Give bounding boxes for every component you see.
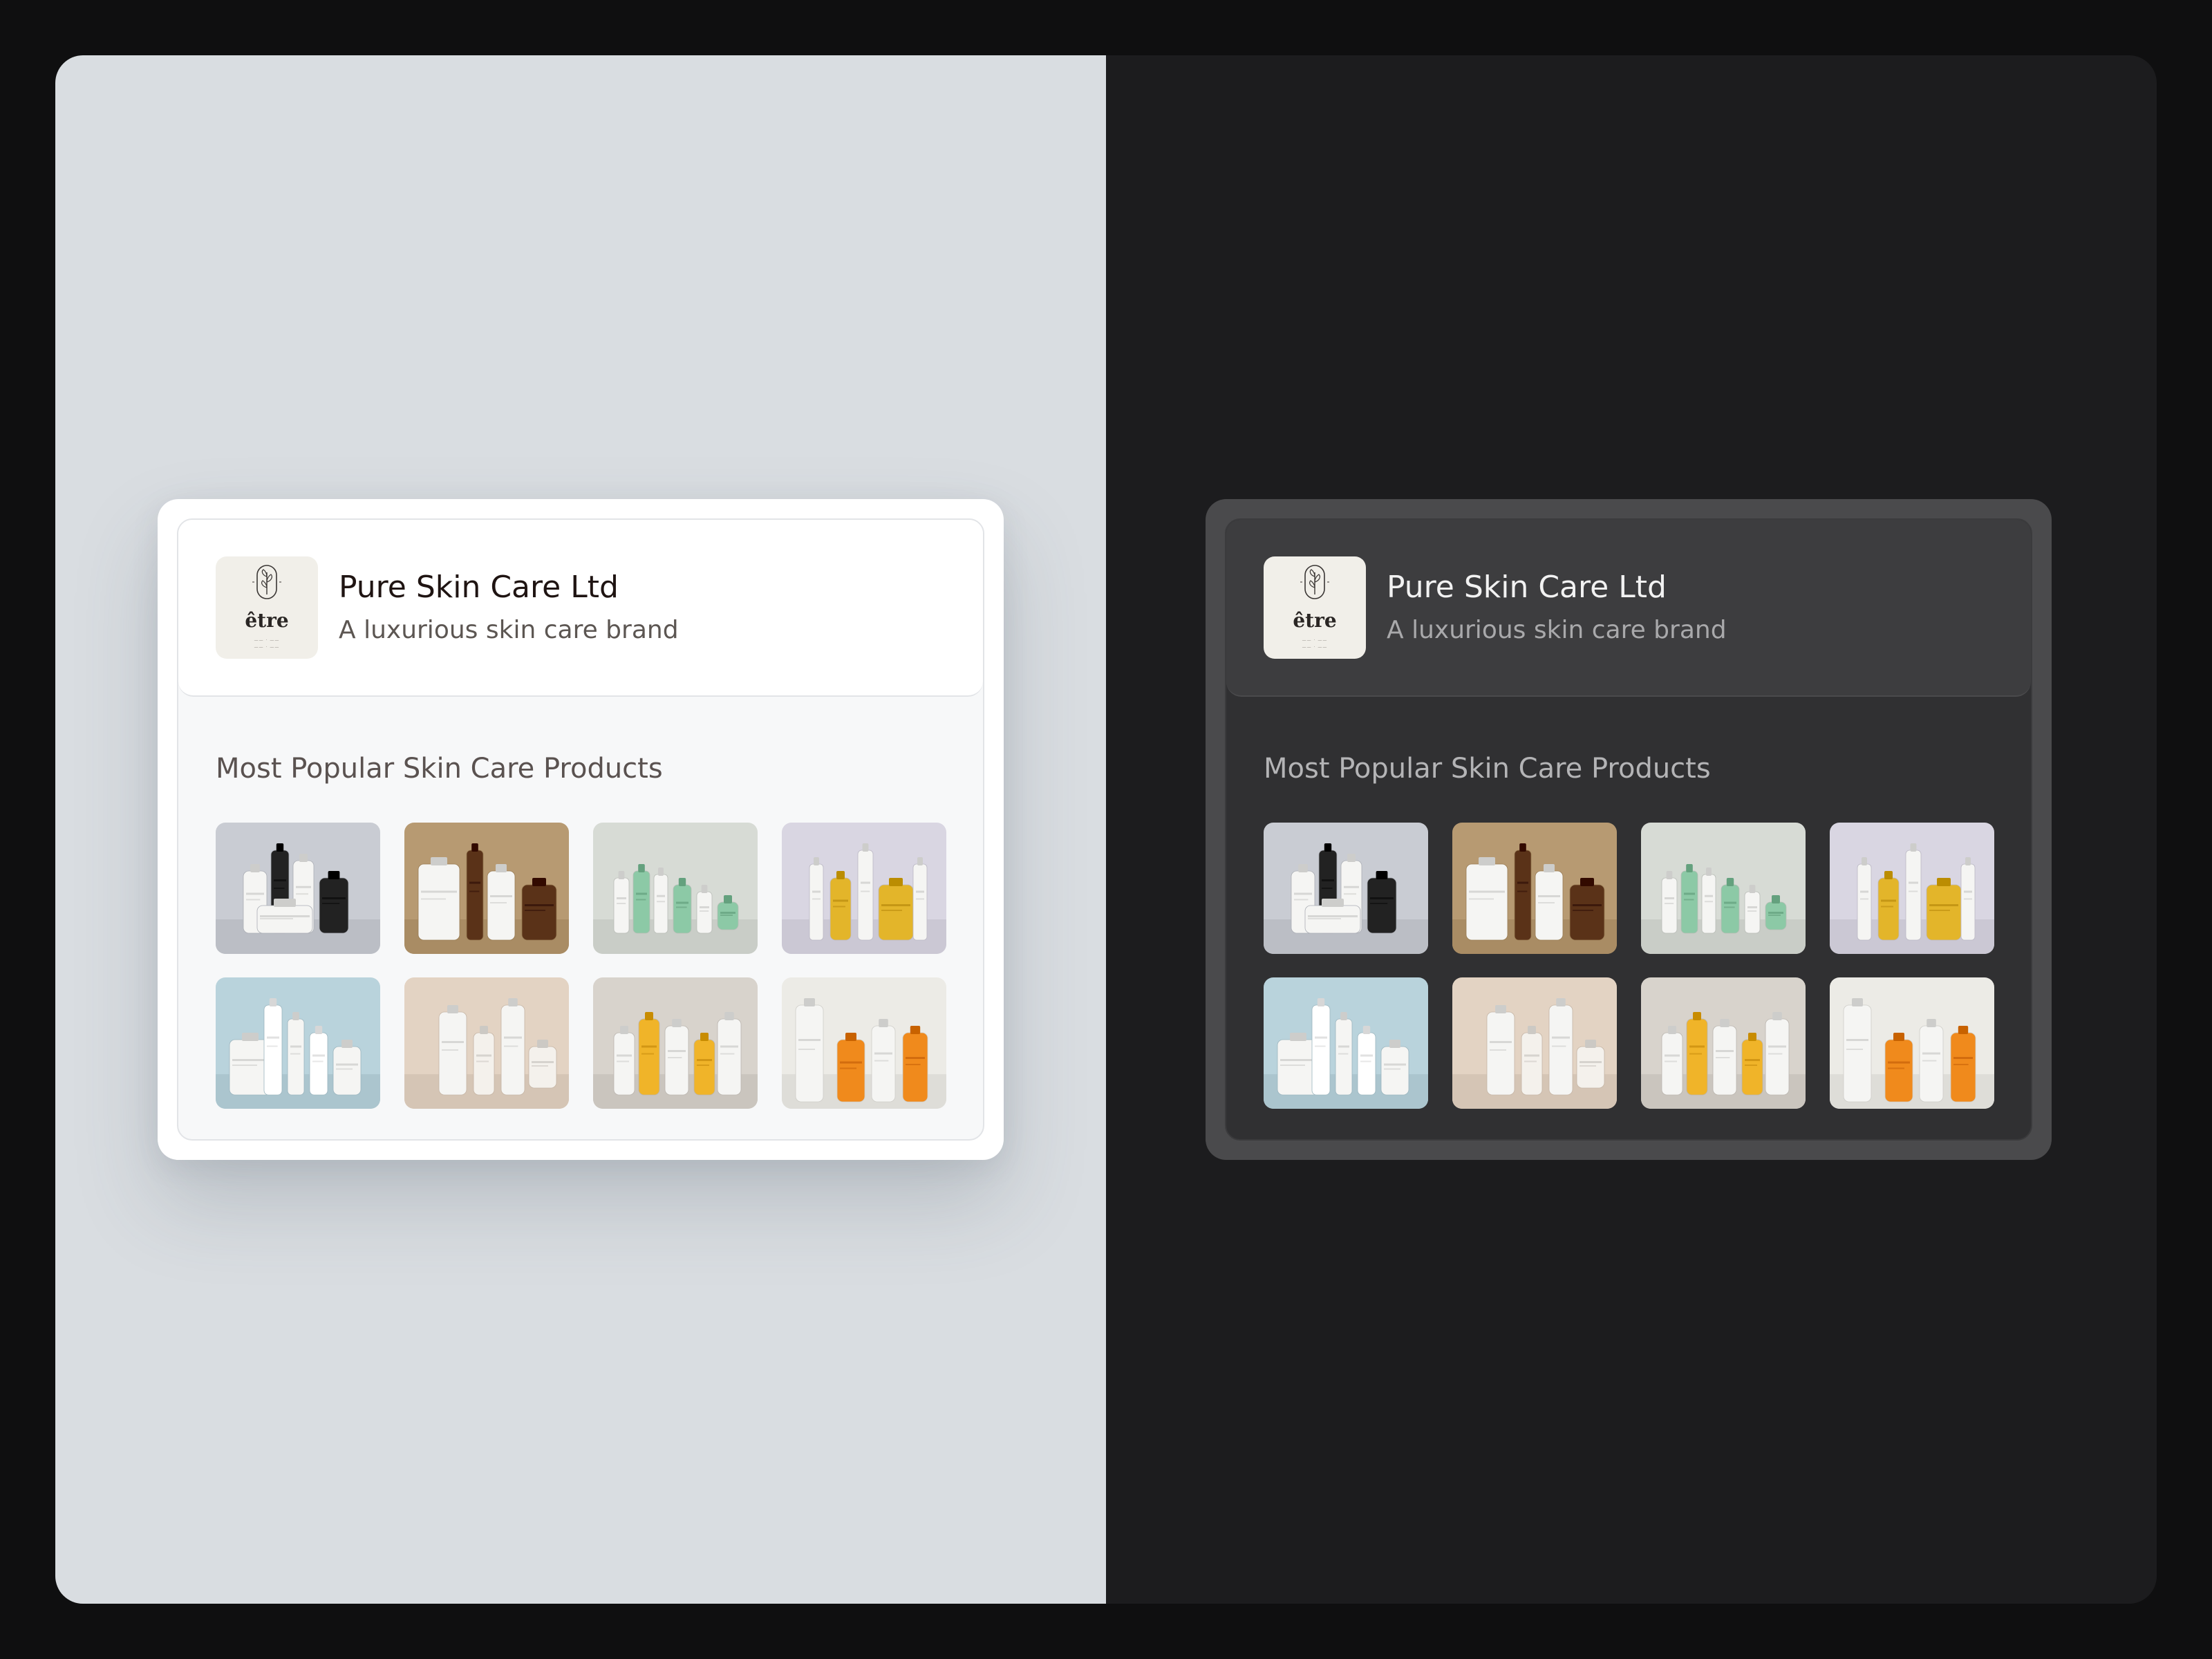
product-thumbnail[interactable] (1641, 977, 1806, 1109)
botanical-leaf-icon (1300, 565, 1329, 599)
product-thumbnail[interactable] (216, 823, 380, 954)
brand-card-inner: être —— · —— —— · —— Pure Skin Care Ltd A… (177, 518, 984, 1141)
brand-tagline: A luxurious skin care brand (1387, 616, 1727, 644)
product-image (216, 977, 380, 1109)
brand-logo: être —— · —— —— · —— (1264, 556, 1366, 659)
brand-header[interactable]: être —— · —— —— · —— Pure Skin Care Ltd A… (178, 520, 983, 697)
brand-header[interactable]: être —— · —— —— · —— Pure Skin Care Ltd A… (1226, 520, 2031, 697)
product-image (593, 823, 758, 954)
logo-fineprint: —— · —— —— · —— (1302, 638, 1328, 650)
product-image (1641, 823, 1806, 954)
botanical-leaf-icon (252, 565, 281, 599)
product-image (404, 823, 569, 954)
logo-wordmark: être (245, 609, 289, 632)
product-thumbnail[interactable] (404, 823, 569, 954)
brand-card: être —— · —— —— · —— Pure Skin Care Ltd A… (1206, 499, 2052, 1160)
product-thumbnail[interactable] (404, 977, 569, 1109)
brand-info: Pure Skin Care Ltd A luxurious skin care… (339, 568, 679, 647)
section-title: Most Popular Skin Care Products (216, 753, 663, 785)
comparison-frame: être —— · —— —— · —— Pure Skin Care Ltd A… (55, 55, 2157, 1604)
product-thumbnail[interactable] (1830, 823, 1994, 954)
product-grid (1264, 823, 1994, 1109)
product-image (1264, 977, 1428, 1109)
product-image (593, 977, 758, 1109)
product-image (1830, 823, 1994, 954)
product-image (1452, 823, 1617, 954)
light-theme-panel: être —— · —— —— · —— Pure Skin Care Ltd A… (55, 55, 1106, 1604)
product-image (1830, 977, 1994, 1109)
product-thumbnail[interactable] (1452, 823, 1617, 954)
brand-card-inner: être —— · —— —— · —— Pure Skin Care Ltd A… (1225, 518, 2032, 1141)
product-thumbnail[interactable] (216, 977, 380, 1109)
logo-wordmark: être (1293, 609, 1337, 632)
brand-card: être —— · —— —— · —— Pure Skin Care Ltd A… (158, 499, 1004, 1160)
product-grid (216, 823, 946, 1109)
brand-name: Pure Skin Care Ltd (339, 570, 619, 605)
section-title: Most Popular Skin Care Products (1264, 753, 1711, 785)
product-thumbnail[interactable] (1264, 823, 1428, 954)
product-image (404, 977, 569, 1109)
product-thumbnail[interactable] (593, 823, 758, 954)
product-image (1264, 823, 1428, 954)
product-thumbnail[interactable] (782, 823, 946, 954)
product-image (216, 823, 380, 954)
brand-name: Pure Skin Care Ltd (1387, 570, 1667, 605)
product-image (1641, 977, 1806, 1109)
product-thumbnail[interactable] (1452, 977, 1617, 1109)
brand-info: Pure Skin Care Ltd A luxurious skin care… (1387, 568, 1727, 647)
product-thumbnail[interactable] (593, 977, 758, 1109)
product-image (782, 977, 946, 1109)
brand-tagline: A luxurious skin care brand (339, 616, 679, 644)
product-thumbnail[interactable] (1264, 977, 1428, 1109)
product-image (1452, 977, 1617, 1109)
logo-fineprint: —— · —— —— · —— (254, 638, 280, 650)
product-image (782, 823, 946, 954)
product-thumbnail[interactable] (1830, 977, 1994, 1109)
product-thumbnail[interactable] (782, 977, 946, 1109)
dark-theme-panel: être —— · —— —— · —— Pure Skin Care Ltd A… (1106, 55, 2157, 1604)
brand-logo: être —— · —— —— · —— (216, 556, 318, 659)
product-thumbnail[interactable] (1641, 823, 1806, 954)
